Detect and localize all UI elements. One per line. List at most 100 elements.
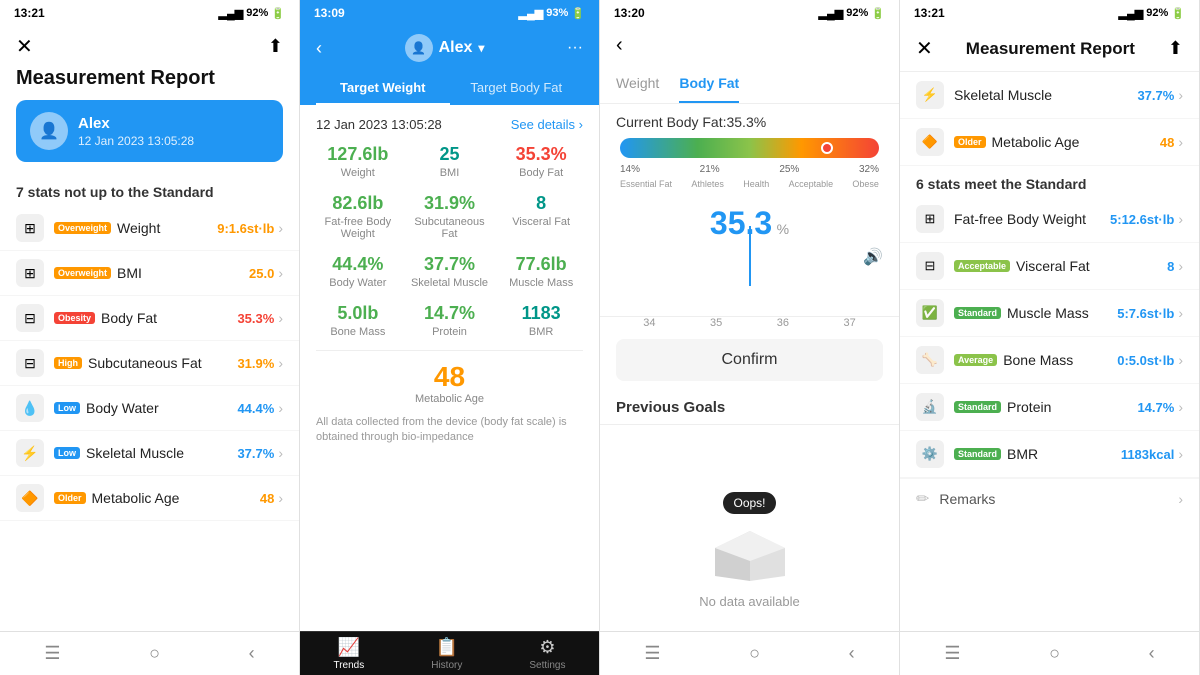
back-icon-4[interactable]: ✕ (916, 36, 933, 61)
tab-target-bodyfat[interactable]: Target Body Fat (450, 72, 584, 105)
p4-top-label-0: Skeletal Muscle (954, 87, 1137, 103)
stat-badge-2: Obesity (54, 312, 95, 324)
remarks-label: Remarks (939, 491, 1178, 507)
nav-trends[interactable]: 📈 Trends (333, 637, 364, 671)
nav-settings[interactable]: ⚙ Settings (529, 637, 565, 671)
avatar-2: 👤 (405, 34, 433, 62)
tab-target-weight[interactable]: Target Weight (316, 72, 450, 105)
p2-metric-10: 14.7% Protein (408, 303, 492, 338)
p2-metric-lbl-9: Bone Mass (316, 326, 400, 338)
p4-chevron-2: › (1178, 305, 1183, 321)
nav-home-3[interactable]: ○ (749, 643, 760, 664)
metabolic-age-section: 48 Metabolic Age (316, 350, 583, 405)
stat-icon-5: ⚡ (16, 439, 44, 467)
stat-badge-5: Low (54, 447, 80, 459)
nav-history[interactable]: 📋 History (431, 637, 462, 671)
p1-stats-list: ⊞ Overweight Weight 9:1.6st·lb › ⊞ Overw… (0, 206, 299, 675)
p2-user-center: 👤 Alex ▾ (405, 34, 485, 62)
p1-stat-row-1[interactable]: ⊞ Overweight BMI 25.0 › (0, 251, 299, 296)
back-icon-3[interactable]: ‹ (616, 34, 623, 57)
p3-big-unit: % (777, 221, 789, 237)
avatar-1: 👤 (30, 112, 68, 150)
p4-stat-row-0[interactable]: ⊞ Fat-free Body Weight 5:12.6st·lb › (900, 196, 1199, 243)
tab-bodyfat-3[interactable]: Body Fat (679, 65, 739, 103)
p2-header-top: ‹ 👤 Alex ▾ ··· (316, 34, 583, 62)
p4-icon-0: ⊞ (916, 205, 944, 233)
p2-tabs: Target Weight Target Body Fat (316, 72, 583, 105)
p2-metric-2: 35.3% Body Fat (499, 144, 583, 179)
p1-stat-row-0[interactable]: ⊞ Overweight Weight 9:1.6st·lb › (0, 206, 299, 251)
panel-4: 13:21 ▂▄▆ 92%🔋 ✕ Measurement Report ⬆ ⚡ … (900, 0, 1200, 675)
p4-value-4: 14.7% (1137, 400, 1174, 415)
stat-chevron-3: › (278, 355, 283, 371)
share-icon-1[interactable]: ⬆ (268, 36, 283, 57)
p4-top-stat-0[interactable]: ⚡ Skeletal Muscle 37.7% › (900, 72, 1199, 119)
p4-stat-row-1[interactable]: ⊟ Acceptable Visceral Fat 8 › (900, 243, 1199, 290)
p4-chevron-4: › (1178, 399, 1183, 415)
more-icon-2[interactable]: ··· (567, 39, 583, 57)
nav-home-1[interactable]: ○ (149, 643, 160, 664)
nav-back-1[interactable]: ‹ (249, 643, 255, 664)
time-4: 13:21 (914, 6, 945, 20)
nav-menu-3[interactable]: ☰ (644, 643, 660, 664)
back-icon-2[interactable]: ‹ (316, 38, 322, 59)
stat-chevron-5: › (278, 445, 283, 461)
p3-big-val: 35.3 (710, 205, 772, 241)
stat-value-2: 35.3% (237, 311, 274, 326)
bottom-nav-2: 📈 Trends 📋 History ⚙ Settings (300, 631, 599, 675)
p4-top-stat-1[interactable]: 🔶 Older Metabolic Age 48 › (900, 119, 1199, 166)
signal-1: ▂▄▆ 92%🔋 (219, 7, 285, 20)
p4-stat-row-3[interactable]: 🦴 Average Bone Mass 0:5.0st·lb › (900, 337, 1199, 384)
stat-value-0: 9:1.6st·lb (217, 221, 274, 236)
status-bar-4: 13:21 ▂▄▆ 92%🔋 (900, 0, 1199, 26)
p1-section-label: 7 stats not up to the Standard (0, 174, 299, 206)
speaker-icon[interactable]: 🔊 (863, 247, 883, 267)
stat-badge-1: Overweight (54, 267, 111, 279)
p2-metrics-grid: 127.6lb Weight 25 BMI 35.3% Body Fat 82.… (316, 144, 583, 338)
p4-stat-row-2[interactable]: ✅ Standard Muscle Mass 5:7.6st·lb › (900, 290, 1199, 337)
panel-1: 13:21 ▂▄▆ 92%🔋 ✕ ⬆ Measurement Report 👤 … (0, 0, 300, 675)
p4-stat-row-4[interactable]: 🔬 Standard Protein 14.7% › (900, 384, 1199, 431)
oops-bubble: Oops! (723, 492, 775, 514)
p1-stat-row-3[interactable]: ⊟ High Subcutaneous Fat 31.9% › (0, 341, 299, 386)
nav-back-4[interactable]: ‹ (1149, 643, 1155, 664)
nav-home-4[interactable]: ○ (1049, 643, 1060, 664)
nav-menu-1[interactable]: ☰ (44, 643, 60, 664)
stat-value-4: 44.4% (237, 401, 274, 416)
p2-header: ‹ 👤 Alex ▾ ··· Target Weight Target Body… (300, 26, 599, 105)
status-bar-3: 13:20 ▂▄▆ 92%🔋 (600, 0, 899, 26)
see-details-link[interactable]: See details › (511, 117, 583, 132)
p1-stat-row-6[interactable]: 🔶 Older Metabolic Age 48 › (0, 476, 299, 521)
confirm-button[interactable]: Confirm (616, 339, 883, 381)
p1-stat-row-2[interactable]: ⊟ Obesity Body Fat 35.3% › (0, 296, 299, 341)
nav-back-3[interactable]: ‹ (849, 643, 855, 664)
bf-scale-cats: Essential Fat Athletes Health Acceptable… (616, 179, 883, 189)
tab-weight-3[interactable]: Weight (616, 65, 659, 103)
p1-stat-row-4[interactable]: 💧 Low Body Water 44.4% › (0, 386, 299, 431)
stat-label-1: BMI (117, 265, 249, 281)
back-icon-1[interactable]: ✕ (16, 34, 33, 59)
p2-metric-9: 5.0lb Bone Mass (316, 303, 400, 338)
p2-metric-lbl-5: Visceral Fat (499, 216, 583, 228)
p1-stat-row-5[interactable]: ⚡ Low Skeletal Muscle 37.7% › (0, 431, 299, 476)
panel-2: 13:09 ▂▄▆ 93%🔋 ‹ 👤 Alex ▾ ··· Target Wei… (300, 0, 600, 675)
p4-stat-row-5[interactable]: ⚙️ Standard BMR 1183kcal › (900, 431, 1199, 478)
bf-scale-bar (620, 138, 879, 158)
stat-badge-4: Low (54, 402, 80, 414)
remarks-row[interactable]: ✏ Remarks › (900, 478, 1199, 519)
user-name-2: Alex (439, 39, 473, 57)
remarks-icon: ✏ (916, 489, 929, 509)
p2-info-text: All data collected from the device (body… (316, 415, 583, 446)
p2-metric-val-11: 1183 (499, 303, 583, 324)
share-icon-4[interactable]: ⬆ (1168, 38, 1183, 59)
p2-metric-val-10: 14.7% (408, 303, 492, 324)
p1-user-info: Alex 12 Jan 2023 13:05:28 (78, 115, 194, 148)
user-date-1: 12 Jan 2023 13:05:28 (78, 134, 194, 148)
p4-label-4: Protein (1007, 399, 1137, 415)
p4-top-chevron-1: › (1178, 134, 1183, 150)
p2-metric-lbl-7: Skeletal Muscle (408, 277, 492, 289)
nav-menu-4[interactable]: ☰ (944, 643, 960, 664)
p4-icon-5: ⚙️ (916, 440, 944, 468)
p4-chevron-5: › (1178, 446, 1183, 462)
stat-label-5: Skeletal Muscle (86, 445, 237, 461)
